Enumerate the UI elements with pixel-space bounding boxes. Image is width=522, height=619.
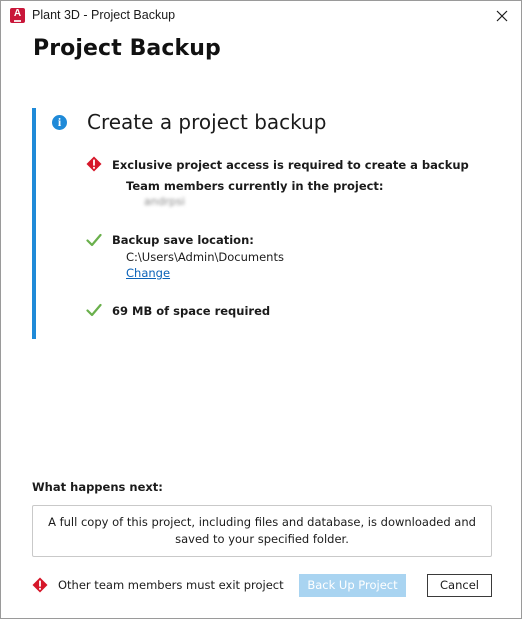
window-title: Plant 3D - Project Backup xyxy=(32,8,176,22)
backup-location-path: C:\Users\Admin\Documents xyxy=(126,250,284,264)
check-icon xyxy=(86,303,102,317)
footer-warning-text: Other team members must exit project xyxy=(58,578,284,592)
info-accent-bar xyxy=(32,108,36,339)
back-up-project-button[interactable]: Back Up Project xyxy=(299,574,406,597)
backup-location-label: Backup save location: xyxy=(112,233,254,247)
close-button[interactable] xyxy=(491,5,513,27)
plant3d-app-icon: A xyxy=(10,8,25,23)
what-happens-next-box: A full copy of this project, including f… xyxy=(32,505,492,557)
what-happens-next-label: What happens next: xyxy=(32,480,163,494)
warning-icon xyxy=(86,156,102,172)
project-backup-dialog: A Plant 3D - Project Backup Project Back… xyxy=(0,0,522,619)
space-required-text: 69 MB of space required xyxy=(112,304,271,318)
check-icon xyxy=(86,233,102,247)
exclusive-access-text: Exclusive project access is required to … xyxy=(112,158,469,172)
warning-icon xyxy=(32,577,48,593)
info-icon: i xyxy=(52,115,67,130)
app-icon-letter: A xyxy=(13,8,22,19)
section-heading: Create a project backup xyxy=(87,110,327,134)
change-location-link[interactable]: Change xyxy=(126,266,170,280)
what-happens-next-description: A full copy of this project, including f… xyxy=(48,515,476,546)
close-icon xyxy=(496,10,508,22)
title-bar: A Plant 3D - Project Backup xyxy=(1,1,521,32)
page-title: Project Backup xyxy=(33,36,221,61)
cancel-button[interactable]: Cancel xyxy=(427,574,492,597)
team-members-heading: Team members currently in the project: xyxy=(126,179,384,193)
team-member-name: andrpsi xyxy=(144,195,185,208)
